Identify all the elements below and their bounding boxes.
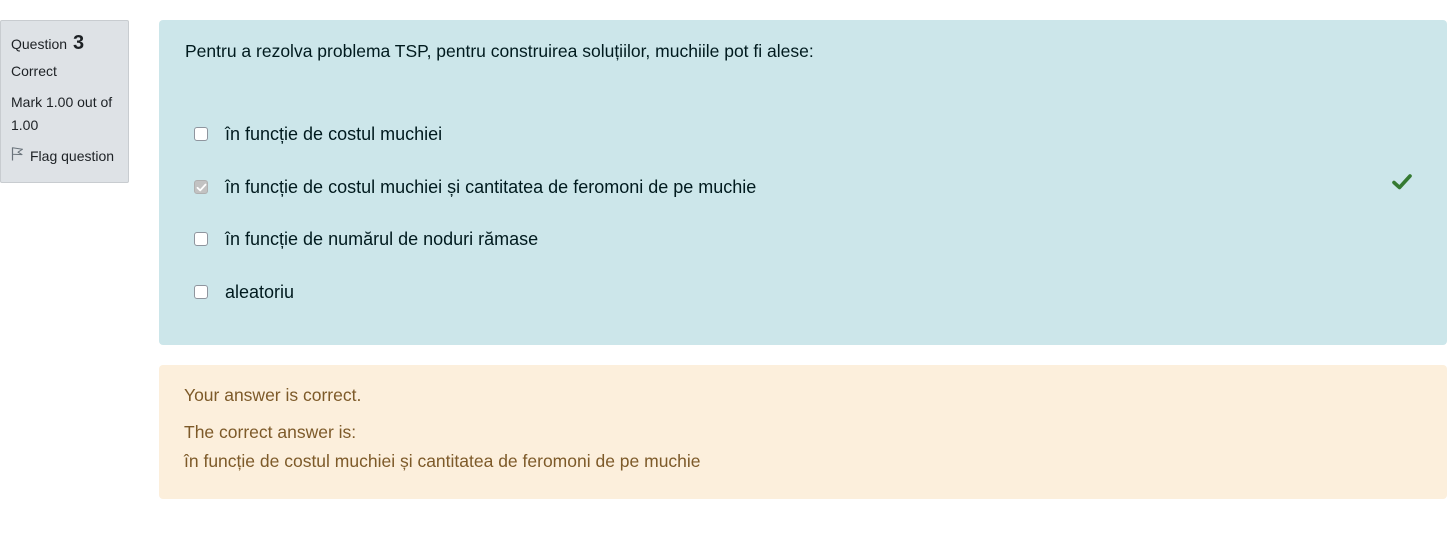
answer-checkbox[interactable] [194, 127, 208, 141]
answer-option[interactable]: în funcție de costul muchiei [194, 121, 442, 147]
answer-checkbox[interactable] [194, 180, 208, 194]
question-grade: Mark 1.00 out of 1.00 [11, 94, 113, 133]
question-state: Correct [11, 63, 57, 79]
flag-icon [11, 146, 30, 166]
general-feedback: Your answer is correct. [184, 385, 362, 405]
question-formulation: Pentru a rezolva problema TSP, pentru co… [159, 20, 1447, 345]
answer-option[interactable]: în funcție de numărul de noduri rămase [194, 226, 538, 252]
feedback-panel: Your answer is correct. The correct answ… [159, 365, 1447, 499]
answer-label[interactable]: în funcție de numărul de noduri rămase [225, 229, 538, 250]
answer-label[interactable]: aleatoriu [225, 282, 294, 303]
checkbox-check-icon [196, 183, 207, 192]
answer-checkbox[interactable] [194, 232, 208, 246]
answer-option[interactable]: aleatoriu [194, 279, 294, 305]
question-label: Question [11, 36, 68, 52]
right-answer-text: în funcție de costul muchiei și cantitat… [184, 451, 701, 471]
answer-checkbox[interactable] [194, 285, 208, 299]
question-number: 3 [72, 32, 85, 54]
right-answer-label: The correct answer is: [184, 422, 357, 442]
question-info-panel: Question 3 Correct Mark 1.00 out of 1.00… [0, 20, 129, 183]
flag-question-link[interactable]: Flag question [11, 146, 128, 166]
answer-label[interactable]: în funcție de costul muchiei [225, 124, 442, 145]
answer-label[interactable]: în funcție de costul muchiei și cantitat… [225, 177, 756, 198]
question-number-line: Question 3 [11, 30, 128, 56]
answer-option[interactable]: în funcție de costul muchiei și cantitat… [194, 174, 756, 200]
check-icon [1392, 174, 1412, 190]
question-text: Pentru a rezolva problema TSP, pentru co… [185, 41, 814, 61]
flag-question-label: Flag question [30, 148, 115, 164]
